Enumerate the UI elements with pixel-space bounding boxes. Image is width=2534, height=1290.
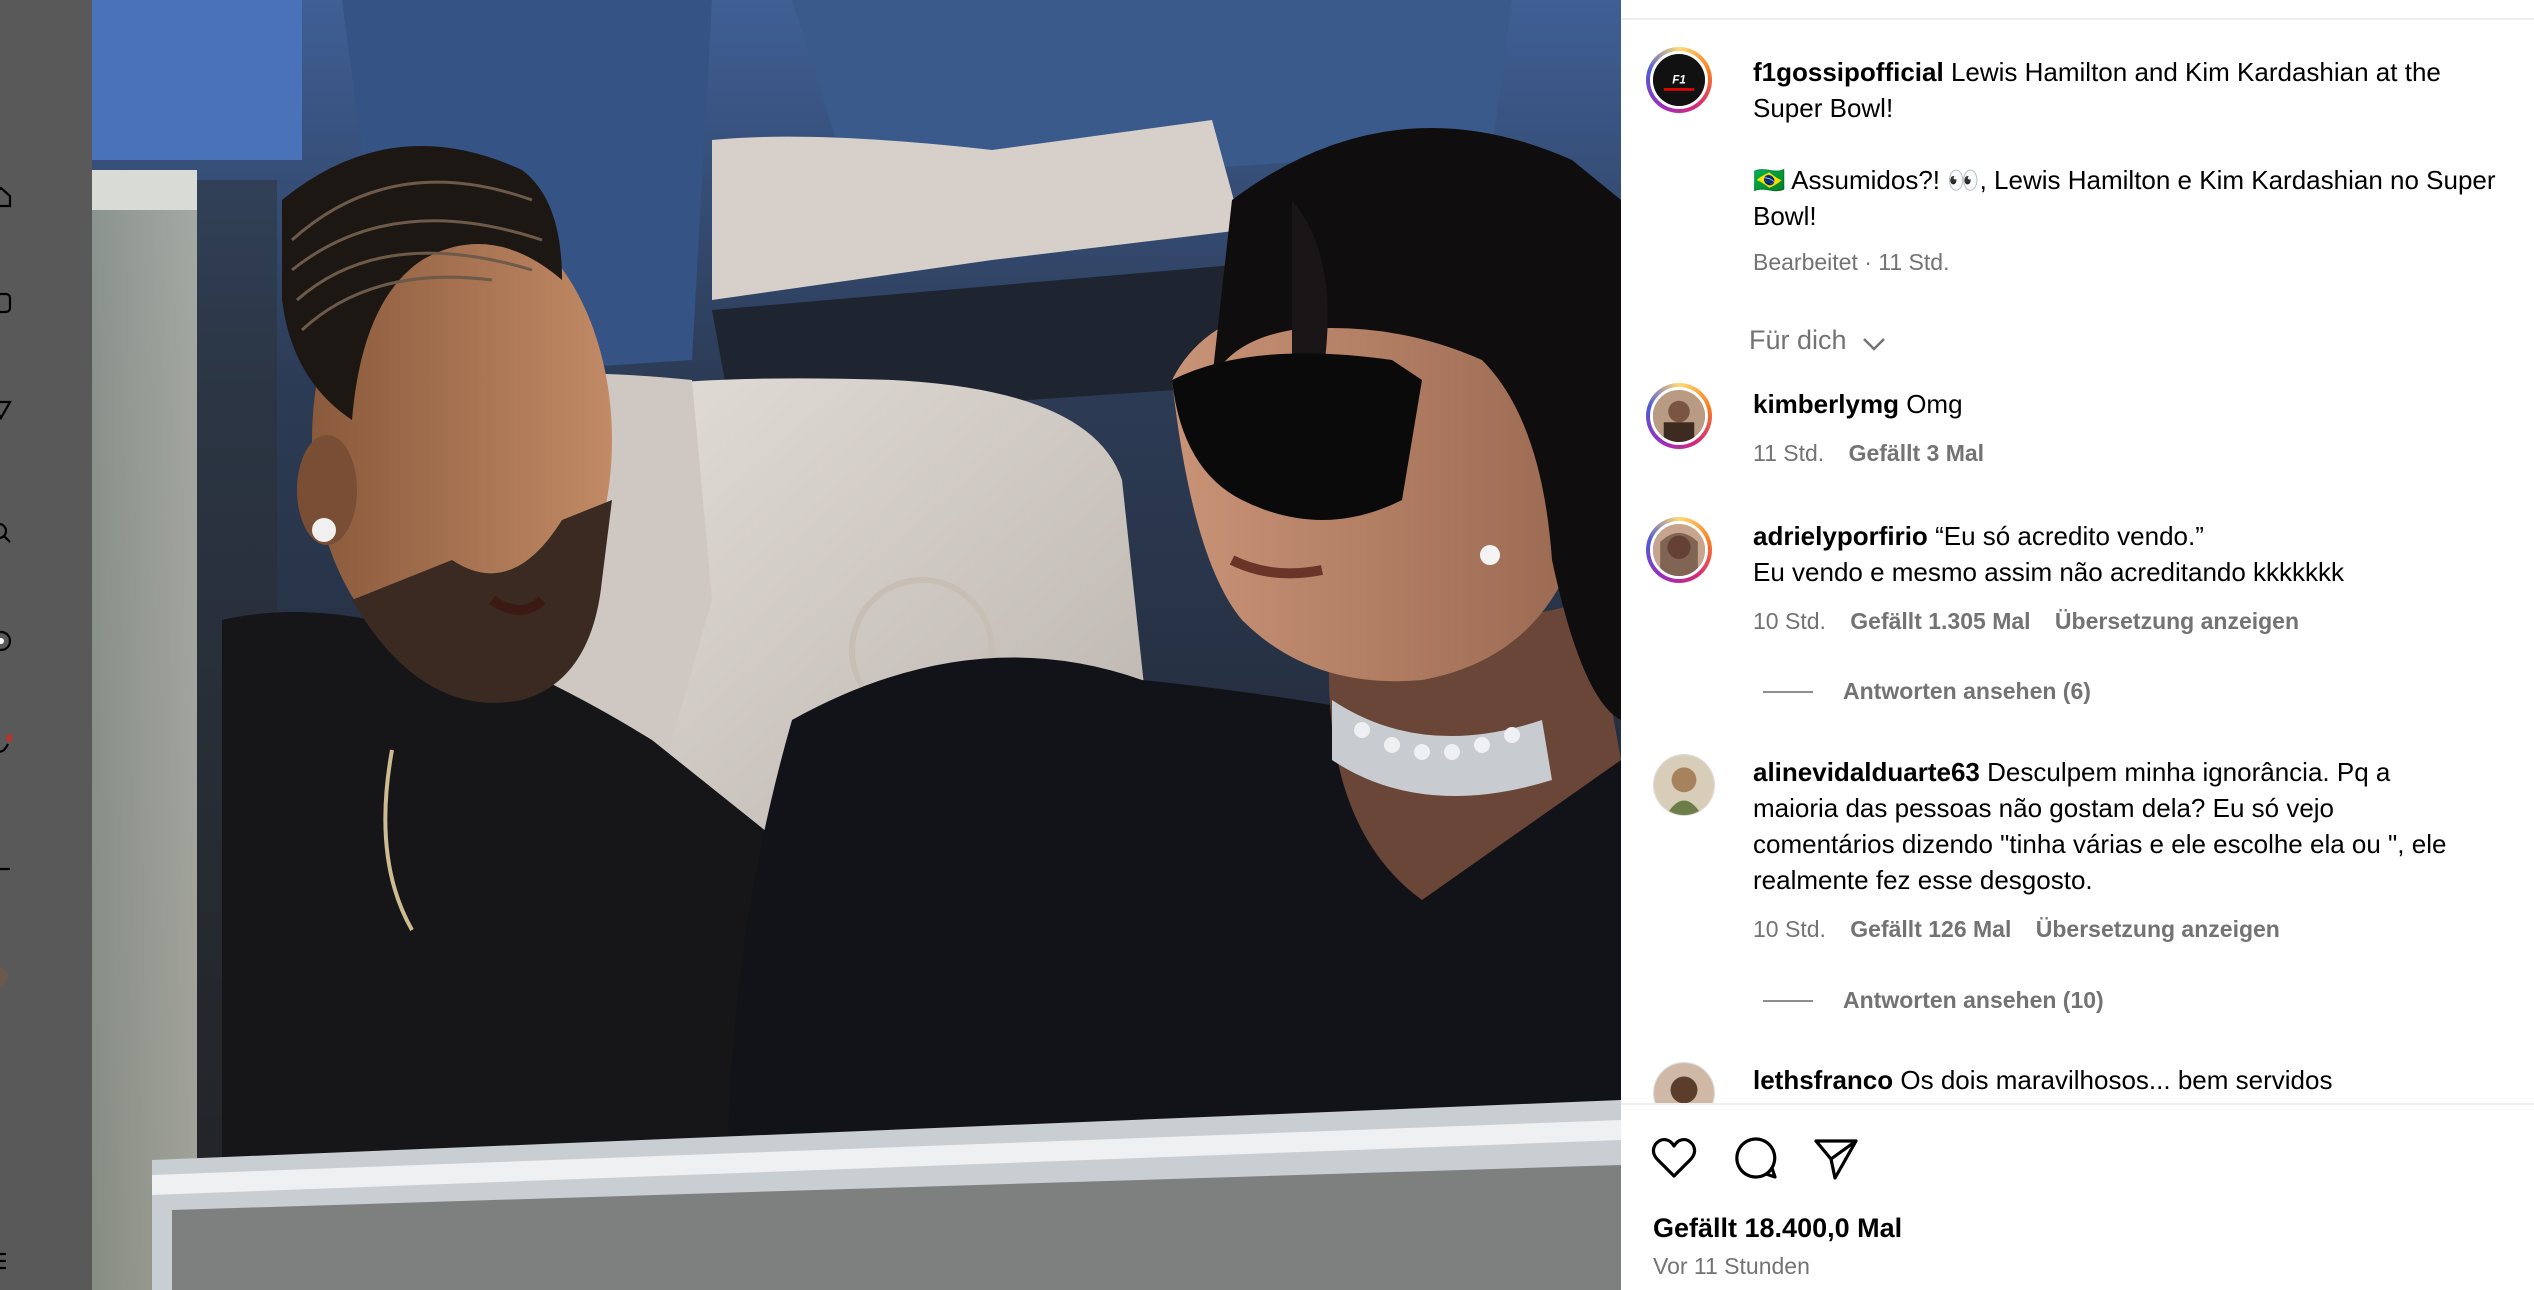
comment-avatar[interactable]: [1646, 517, 1712, 583]
action-bar: Gefällt 18.400,0 Mal Vor 11 Stunden: [1621, 1103, 2534, 1290]
comment-body-line3: comentários dizendo "tinha várias e ele …: [1753, 829, 2447, 859]
divider: [1621, 18, 2534, 20]
comment-sort-dropdown[interactable]: Für dich: [1749, 322, 1886, 360]
comment-likes[interactable]: Gefällt 3 Mal: [1849, 440, 1984, 466]
view-replies-button[interactable]: Antworten ansehen (6): [1843, 676, 2091, 706]
caption-text: Lewis Hamilton and Kim Kardashian at the: [1950, 57, 2441, 87]
svg-text:F1: F1: [1672, 74, 1686, 87]
author-username[interactable]: f1gossipofficial: [1753, 57, 1944, 87]
reels-icon[interactable]: [0, 292, 12, 314]
comment-icon[interactable]: [1731, 1133, 1781, 1183]
left-nav-strip: [0, 0, 92, 1290]
translate-link[interactable]: Übersetzung anzeigen: [2036, 916, 2280, 942]
more-icon[interactable]: [0, 1250, 12, 1272]
avatar[interactable]: [0, 966, 12, 988]
reply-line: [1763, 691, 1813, 693]
post-photo[interactable]: [92, 0, 1621, 1290]
comment-likes[interactable]: Gefällt 126 Mal: [1850, 916, 2011, 942]
search-icon[interactable]: [0, 522, 12, 544]
send-icon[interactable]: [0, 398, 12, 420]
explore-icon[interactable]: [0, 630, 12, 652]
comment-time[interactable]: 11 Std.: [1753, 440, 1824, 466]
comment-text: lethsfranco Os dois maravilhosos... bem …: [1753, 1062, 2332, 1098]
sort-label: Für dich: [1749, 325, 1847, 355]
likes-count[interactable]: Gefällt 18.400,0 Mal: [1653, 1210, 1902, 1246]
post-details-panel: F1 f1gossipofficial Lewis Hamilton and K…: [1621, 0, 2534, 1290]
view-replies-button[interactable]: Antworten ansehen (10): [1843, 985, 2104, 1015]
post-caption-line1: f1gossipofficial Lewis Hamilton and Kim …: [1753, 54, 2441, 90]
post-caption-line4: Bowl!: [1753, 201, 1817, 231]
comment-text: alinevidalduarte63 Desculpem minha ignor…: [1753, 754, 2390, 790]
comment-body: “Eu só acredito vendo.”: [1935, 521, 2204, 551]
comment-body-line2: maioria das pessoas não gostam dela? Eu …: [1753, 793, 2335, 823]
comment-username[interactable]: kimberlymg: [1753, 389, 1899, 419]
comment-time[interactable]: 10 Std.: [1753, 608, 1826, 634]
comment-avatar[interactable]: [1646, 383, 1712, 449]
comment-body: Omg: [1906, 389, 1963, 419]
post-time[interactable]: Vor 11 Stunden: [1653, 1251, 1810, 1281]
post-meta: Bearbeitet · 11 Std.: [1753, 249, 1950, 275]
translate-link[interactable]: Übersetzung anzeigen: [2055, 608, 2299, 634]
comment-time[interactable]: 10 Std.: [1753, 916, 1826, 942]
post-caption-line3: 🇧🇷 Assumidos?! 👀, Lewis Hamilton e Kim K…: [1753, 165, 2496, 195]
comment-body: Desculpem minha ignorância. Pq a: [1987, 757, 2391, 787]
comment-meta: 11 Std. Gefällt 3 Mal: [1753, 438, 1984, 468]
comment-meta: 10 Std. Gefällt 1.305 Mal Übersetzung an…: [1753, 606, 2299, 636]
comment-likes[interactable]: Gefällt 1.305 Mal: [1850, 608, 2030, 634]
comment-body-line4: realmente fez esse desgosto.: [1753, 865, 2093, 895]
comment-text: kimberlymg Omg: [1753, 386, 1963, 422]
home-icon[interactable]: [0, 186, 12, 208]
notification-icon[interactable]: [0, 734, 12, 756]
comment-username[interactable]: adrielyporfirio: [1753, 521, 1928, 551]
comment-username[interactable]: lethsfranco: [1753, 1065, 1893, 1095]
reply-line: [1763, 1000, 1813, 1002]
comment-username[interactable]: alinevidalduarte63: [1753, 757, 1980, 787]
heart-icon[interactable]: [1649, 1133, 1699, 1183]
comment-avatar[interactable]: [1653, 754, 1715, 816]
chevron-down-icon: [1862, 324, 1886, 360]
comment-text: adrielyporfirio “Eu só acredito vendo.”: [1753, 518, 2204, 554]
author-avatar[interactable]: F1: [1646, 47, 1712, 113]
comment-body-line2: Eu vendo e mesmo assim não acreditando k…: [1753, 557, 2345, 587]
create-icon[interactable]: [0, 858, 12, 880]
comment-body: Os dois maravilhosos... bem servidos: [1900, 1065, 2333, 1095]
share-icon[interactable]: [1811, 1133, 1861, 1183]
post-caption-line2: Super Bowl!: [1753, 93, 1894, 123]
comment-meta: 10 Std. Gefällt 126 Mal Übersetzung anze…: [1753, 914, 2280, 944]
